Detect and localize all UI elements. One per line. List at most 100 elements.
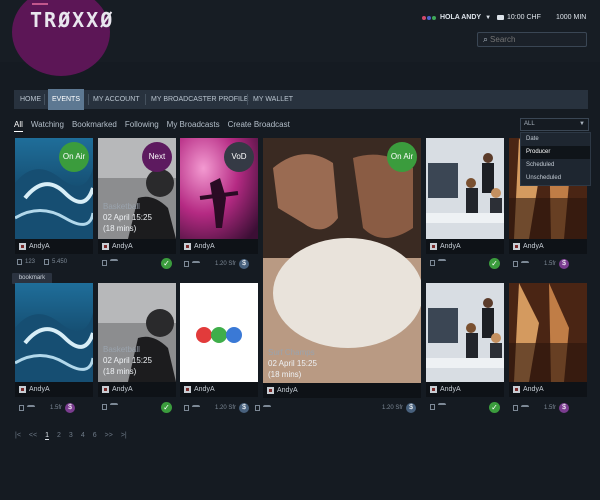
card-meta — [430, 259, 446, 266]
broadcaster-name[interactable]: AndyA — [440, 243, 461, 250]
file-icon — [19, 405, 24, 411]
event-duration: (18 mins) — [268, 370, 302, 379]
broadcaster-name[interactable]: AndyA — [523, 386, 544, 393]
sort-option-unscheduled[interactable]: Unscheduled — [521, 172, 590, 185]
sort-option-date[interactable]: Date — [521, 133, 590, 146]
avatar — [19, 386, 26, 393]
event-card[interactable]: AndyA — [426, 138, 504, 254]
tab-my-broadcasts[interactable]: My Broadcasts — [167, 120, 220, 132]
dollar-icon[interactable]: $ — [65, 403, 76, 413]
event-card[interactable]: Next Basketball 02 April 15:25 (18 mins)… — [98, 138, 176, 254]
tab-following[interactable]: Following — [125, 120, 159, 132]
nav-my-broadcaster-profile[interactable]: MY BROADCASTER PROFILE — [147, 90, 253, 109]
event-card[interactable]: On Air AndyA — [15, 138, 93, 254]
broadcaster-name[interactable]: AndyA — [112, 243, 133, 250]
nav-my-wallet[interactable]: MY WALLET — [249, 90, 297, 109]
dollar-icon[interactable]: $ — [559, 259, 570, 269]
card-footer: AndyA — [509, 239, 587, 254]
page-link[interactable]: 2 — [57, 432, 61, 440]
broadcaster-name[interactable]: AndyA — [112, 386, 133, 393]
card-meta — [102, 259, 118, 266]
broadcaster-name[interactable]: AndyA — [277, 387, 298, 394]
nav-events[interactable]: EVENTS — [48, 89, 85, 110]
nav-home[interactable]: HOME — [16, 90, 45, 109]
sort-select-value: ALL — [524, 121, 535, 127]
tab-all[interactable]: All — [14, 120, 23, 132]
sort-option-scheduled[interactable]: Scheduled — [521, 159, 590, 172]
main-nav: HOME EVENTS MY ACCOUNT MY BROADCASTER PR… — [14, 89, 588, 110]
event-card[interactable]: AndyA — [426, 283, 504, 397]
minutes-balance: 1000 MIN — [556, 14, 587, 21]
event-card[interactable]: AndyA — [180, 283, 258, 397]
check-icon: ✓ — [489, 258, 500, 269]
card-footer: AndyA — [98, 382, 176, 397]
logo[interactable]: TRØXXØ — [12, 0, 112, 76]
viewer-count: 123 — [25, 259, 36, 265]
event-card[interactable]: AndyA — [15, 283, 93, 397]
broadcaster-name[interactable]: AndyA — [194, 243, 215, 250]
prev-page-button[interactable]: << — [29, 432, 37, 440]
card-meta: 1.5fr $ — [513, 403, 570, 413]
dollar-icon[interactable]: $ — [406, 403, 417, 413]
file-icon — [513, 405, 518, 411]
tab-bookmarked[interactable]: Bookmarked — [72, 120, 117, 132]
event-date: 02 April 15:25 — [103, 356, 152, 365]
avatar — [513, 386, 520, 393]
pagination: |< << 1 2 3 4 6 >> >| — [15, 432, 127, 440]
card-meta: 1.5fr $ — [19, 403, 76, 413]
page-link[interactable]: 4 — [81, 432, 85, 440]
user-menu[interactable]: HOLA ANDY ▼ — [422, 14, 491, 21]
nav-divider — [247, 94, 248, 105]
dollar-icon[interactable]: $ — [559, 403, 570, 413]
event-title: Basketball — [103, 345, 140, 354]
sort-option-producer[interactable]: Producer — [521, 146, 590, 159]
card-footer: AndyA — [509, 382, 587, 397]
last-page-button[interactable]: >| — [121, 432, 127, 440]
broadcaster-name[interactable]: AndyA — [194, 386, 215, 393]
people-icon — [192, 404, 200, 412]
event-card[interactable]: Basketball 02 April 15:25 (18 mins) Andy… — [98, 283, 176, 397]
broadcaster-name[interactable]: AndyA — [29, 243, 50, 250]
card-footer: AndyA — [98, 239, 176, 254]
page-link[interactable]: 6 — [93, 432, 97, 440]
file-icon — [184, 405, 189, 411]
card-meta: 1.20 Sfr $ — [382, 403, 417, 413]
event-card[interactable]: AndyA — [509, 283, 587, 397]
tab-create-broadcast[interactable]: Create Broadcast — [228, 120, 290, 132]
people-icon — [521, 404, 529, 412]
card-footer: AndyA — [15, 382, 93, 397]
vod-badge: VoD — [224, 142, 254, 172]
nav-my-account[interactable]: MY ACCOUNT — [89, 90, 144, 109]
search-input[interactable] — [488, 35, 573, 44]
chevron-down-icon[interactable]: ▼ — [485, 15, 491, 21]
page-link[interactable]: 3 — [69, 432, 73, 440]
sort-dropdown: Date Producer Scheduled Unscheduled — [520, 132, 591, 186]
event-card[interactable]: VoD AndyA — [180, 138, 258, 254]
avatar — [267, 387, 274, 394]
search-box[interactable]: ⌕ — [477, 32, 587, 47]
sort-select[interactable]: ALL ▼ — [520, 118, 589, 131]
broadcaster-name[interactable]: AndyA — [523, 243, 544, 250]
tab-watching[interactable]: Watching — [31, 120, 64, 132]
avatar — [430, 243, 437, 250]
broadcaster-name[interactable]: AndyA — [29, 386, 50, 393]
next-page-button[interactable]: >> — [105, 432, 113, 440]
avatar — [102, 386, 109, 393]
event-date: 02 April 15:25 — [268, 359, 317, 368]
check-icon: ✓ — [489, 402, 500, 413]
price: 1.5fr — [544, 261, 557, 267]
featured-event-card[interactable]: On Air Surf Champs 02 April 15:25 (18 mi… — [263, 138, 421, 398]
people-icon — [263, 404, 272, 412]
page-link[interactable]: 1 — [45, 432, 49, 440]
first-page-button[interactable]: |< — [15, 432, 21, 440]
user-greeting[interactable]: HOLA ANDY — [440, 14, 481, 21]
price: 1.20 Sfr — [382, 405, 404, 411]
card-thumbnail — [426, 138, 504, 239]
dollar-icon[interactable]: $ — [239, 403, 250, 413]
file-icon — [184, 261, 189, 267]
wallet-balance: 10:00 CHF — [497, 14, 541, 21]
file-icon — [44, 259, 50, 265]
dollar-icon[interactable]: $ — [239, 259, 250, 269]
broadcaster-name[interactable]: AndyA — [440, 386, 461, 393]
logo-mark — [32, 3, 48, 5]
